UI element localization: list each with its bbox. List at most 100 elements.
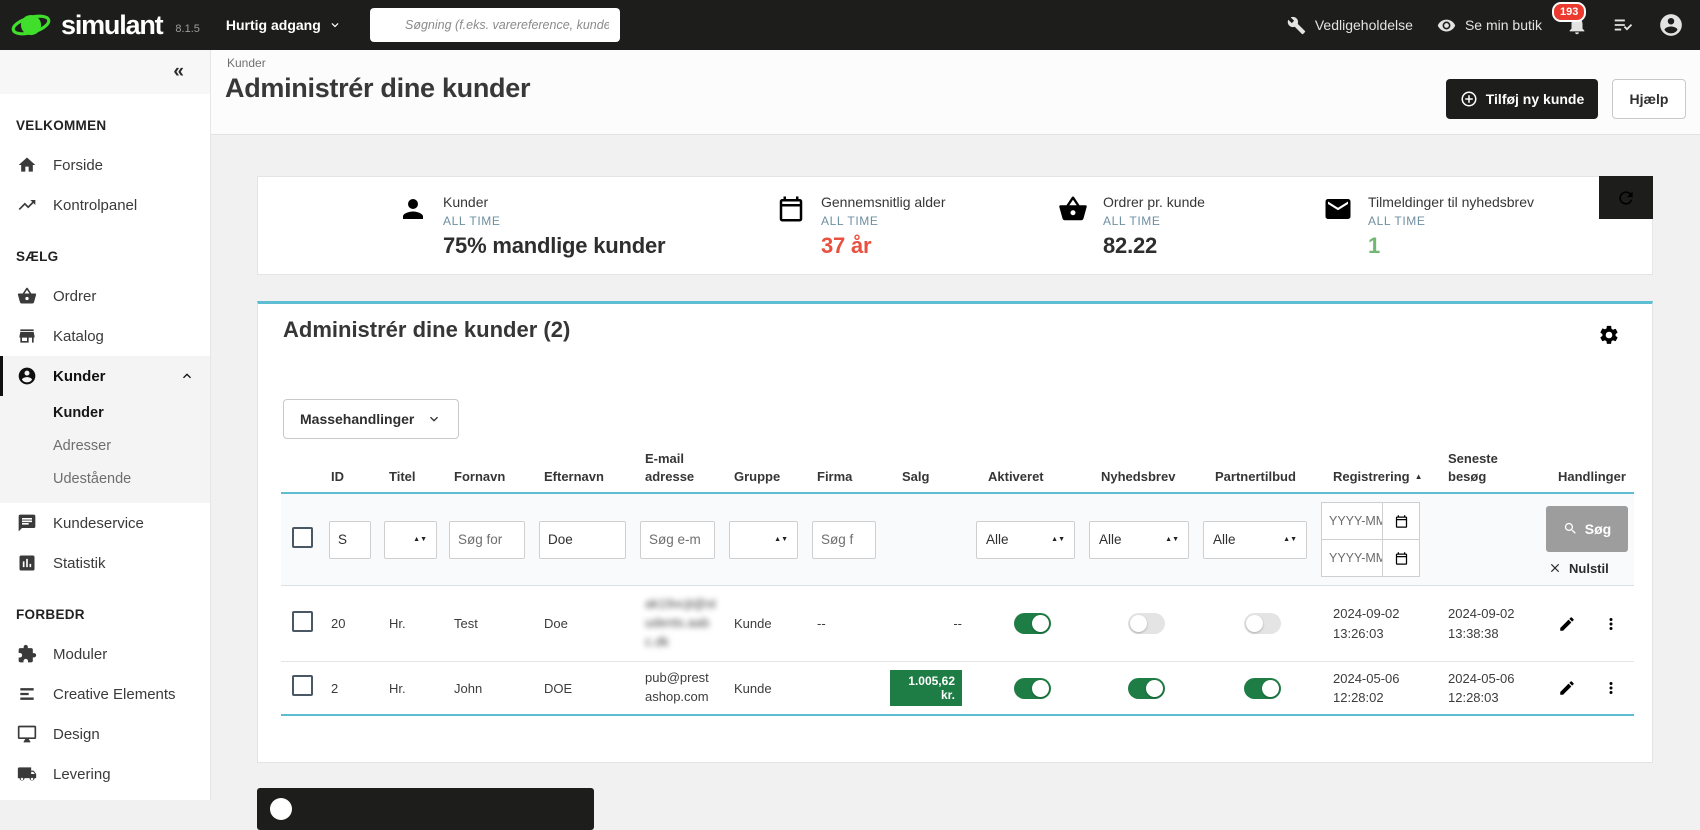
notifications-button[interactable]: 193 (1566, 14, 1588, 36)
sidebar: « VELKOMMENForside Kontrolpanel SÆLGOrdrer… (0, 50, 210, 800)
quick-access-menu[interactable]: Hurtig adgang (226, 17, 342, 33)
filter-aktiveret-select[interactable]: Alle ▲▼ (976, 521, 1075, 559)
sidebar-item-kontrolpanel[interactable]: Kontrolpanel (0, 185, 210, 225)
sidebar-section-label: SÆLG (0, 225, 210, 276)
search-icon (1563, 521, 1578, 536)
sidebar-subitem-adresser[interactable]: Adresser (0, 429, 210, 462)
help-button[interactable]: Hjælp (1612, 79, 1686, 119)
kebab-icon[interactable] (1602, 679, 1620, 697)
toggle-aktiveret[interactable] (1014, 678, 1051, 699)
help-toast[interactable] (257, 788, 594, 830)
cell-efternavn: Doe (532, 616, 633, 631)
sidebar-item-kunder[interactable]: Kunder (0, 356, 210, 396)
column-header-gruppe[interactable]: Gruppe (722, 468, 805, 494)
toggle-partnertilbud[interactable] (1244, 678, 1281, 699)
breadcrumb[interactable]: Kunder (227, 56, 266, 70)
filter-partnertilbud-select[interactable]: Alle ▲▼ (1203, 521, 1307, 559)
row-checkbox[interactable] (292, 611, 313, 632)
sidebar-collapse-button[interactable]: « (0, 50, 210, 94)
column-header-salg[interactable]: Salg (890, 468, 976, 494)
sidebar-item-label: Kunder (53, 368, 106, 385)
toggle-nyhedsbrev[interactable] (1128, 613, 1165, 634)
sort-asc-icon: ▲ (1415, 472, 1423, 481)
cell-efternavn: DOE (532, 681, 633, 696)
grid-settings-button[interactable] (1598, 324, 1620, 346)
column-header-fornavn[interactable]: Fornavn (442, 468, 532, 494)
column-header-aktiveret[interactable]: Aktiveret (976, 468, 1089, 494)
column-header-e-mail-adresse[interactable]: E-mail adresse (633, 450, 722, 493)
date-from-input[interactable]: YYYY-MM-DD (1321, 502, 1383, 540)
sidebar-item-moduler[interactable]: Moduler (0, 634, 210, 674)
customers-kpi-icon (398, 194, 428, 259)
view-shop-link[interactable]: Se min butik (1437, 16, 1542, 35)
filter-email-input[interactable] (640, 521, 715, 559)
truck-icon (17, 764, 37, 784)
list-check-icon[interactable] (1612, 14, 1634, 36)
sidebar-item-statistik[interactable]: Statistik (0, 543, 210, 583)
filter-titel-select[interactable]: ▲▼ (384, 521, 437, 559)
sidebar-item-katalog[interactable]: Katalog (0, 316, 210, 356)
select-all-checkbox[interactable] (292, 527, 313, 548)
toggle-partnertilbud[interactable] (1244, 613, 1281, 634)
column-header-partnertilbud[interactable]: Partnertilbud (1203, 468, 1321, 494)
sidebar-item-ordrer[interactable]: Ordrer (0, 276, 210, 316)
kpi-value: 82.22 (1103, 233, 1205, 259)
cell-gruppe: Kunde (722, 616, 805, 631)
chat-icon (17, 513, 37, 533)
kpi-period: ALL TIME (1103, 214, 1205, 228)
cell-handlinger (1546, 679, 1634, 697)
filter-firma-input[interactable] (812, 521, 876, 559)
column-header-titel[interactable]: Titel (377, 468, 442, 494)
column-header-nyhedsbrev[interactable]: Nyhedsbrev (1089, 468, 1203, 494)
sidebar-item-kundeservice[interactable]: Kundeservice (0, 503, 210, 543)
filter-id-input[interactable] (329, 521, 371, 559)
account-icon[interactable] (1658, 12, 1684, 38)
filter-nyhedsbrev-select[interactable]: Alle ▲▼ (1089, 521, 1189, 559)
sidebar-item-forside[interactable]: Forside (0, 145, 210, 185)
sidebar-subitem-udest-ende[interactable]: Udestående (0, 462, 210, 495)
date-to-input[interactable]: YYYY-MM-DD (1321, 539, 1383, 577)
sidebar-item-label: Katalog (53, 328, 104, 345)
filter-efternavn-input[interactable] (539, 521, 626, 559)
calendar-button[interactable] (1383, 539, 1420, 577)
toggle-aktiveret[interactable] (1014, 613, 1051, 634)
kpi-value: 1 (1368, 233, 1534, 259)
select-arrows-icon: ▲▼ (1165, 537, 1179, 543)
reset-filters-button[interactable]: Nulstil (1548, 561, 1609, 576)
column-header-id[interactable]: ID (319, 468, 377, 494)
pencil-icon[interactable] (1558, 679, 1576, 697)
kpi-period: ALL TIME (1368, 214, 1534, 228)
sidebar-item-creative-elements[interactable]: Creative Elements (0, 674, 210, 714)
kebab-icon[interactable] (1602, 615, 1620, 633)
filter-fornavn-input[interactable] (449, 521, 525, 559)
newsletter-kpi-icon (1323, 194, 1353, 259)
sidebar-item-levering[interactable]: Levering (0, 754, 210, 794)
bulk-actions-dropdown[interactable]: Massehandlinger (283, 399, 459, 439)
cell-id: 20 (319, 616, 377, 631)
cell-handlinger (1546, 615, 1634, 633)
customers-panel: Administrér dine kunder (2) Massehandlin… (257, 301, 1653, 763)
cell-titel: Hr. (377, 681, 442, 696)
maintenance-link[interactable]: Vedligeholdelse (1287, 16, 1413, 35)
column-header-registrering[interactable]: Registrering▲ (1321, 468, 1436, 494)
select-arrows-icon: ▲▼ (1283, 537, 1297, 543)
sidebar-item-label: Kontrolpanel (53, 197, 137, 214)
sidebar-section-label: VELKOMMEN (0, 94, 210, 145)
sidebar-subitem-kunder[interactable]: Kunder (0, 396, 210, 429)
search-input[interactable] (403, 17, 611, 33)
sidebar-item-design[interactable]: Design (0, 714, 210, 754)
app-logo[interactable]: simulant (10, 7, 162, 43)
search-submit-button[interactable]: Søg (1546, 506, 1628, 552)
filter-gruppe-select[interactable]: ▲▼ (729, 521, 798, 559)
toggle-nyhedsbrev[interactable] (1128, 678, 1165, 699)
refresh-kpis-button[interactable] (1599, 176, 1653, 219)
column-header-handlinger[interactable]: Handlinger (1546, 468, 1634, 494)
add-customer-button[interactable]: Tilføj ny kunde (1446, 79, 1598, 119)
calendar-kpi-icon (776, 194, 806, 259)
column-header-seneste-bes-g[interactable]: Seneste besøg (1436, 450, 1523, 493)
row-checkbox[interactable] (292, 675, 313, 696)
column-header-efternavn[interactable]: Efternavn (532, 468, 633, 494)
calendar-button[interactable] (1383, 502, 1420, 540)
pencil-icon[interactable] (1558, 615, 1576, 633)
column-header-firma[interactable]: Firma (805, 468, 890, 494)
